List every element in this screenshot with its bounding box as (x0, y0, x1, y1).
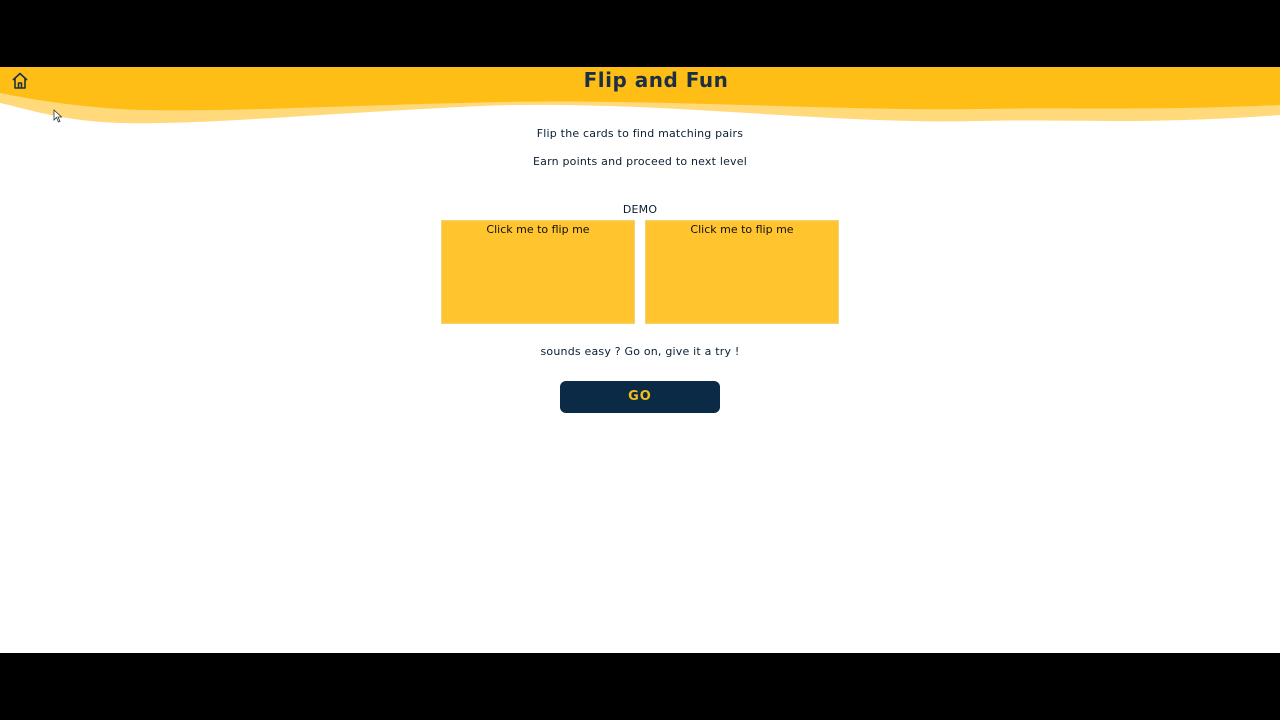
try-prompt: sounds easy ? Go on, give it a try ! (540, 345, 740, 358)
page-title: Flip and Fun (583, 68, 729, 92)
letterbox-bottom (0, 653, 1280, 720)
go-button[interactable]: GO (560, 381, 720, 413)
demo-card-label: Click me to flip me (690, 223, 794, 236)
intro-line-2: Earn points and proceed to next level (533, 155, 747, 168)
header-banner: Flip and Fun (0, 67, 1280, 127)
mouse-cursor-icon (53, 109, 63, 123)
demo-label: DEMO (622, 203, 658, 216)
demo-card-2[interactable]: Click me to flip me (645, 220, 839, 324)
app-viewport: Flip and Fun Flip the cards to find matc… (0, 67, 1280, 653)
demo-card-label: Click me to flip me (486, 223, 590, 236)
demo-card-1[interactable]: Click me to flip me (441, 220, 635, 324)
letterbox-top (0, 0, 1280, 67)
intro-line-1: Flip the cards to find matching pairs (536, 127, 744, 140)
